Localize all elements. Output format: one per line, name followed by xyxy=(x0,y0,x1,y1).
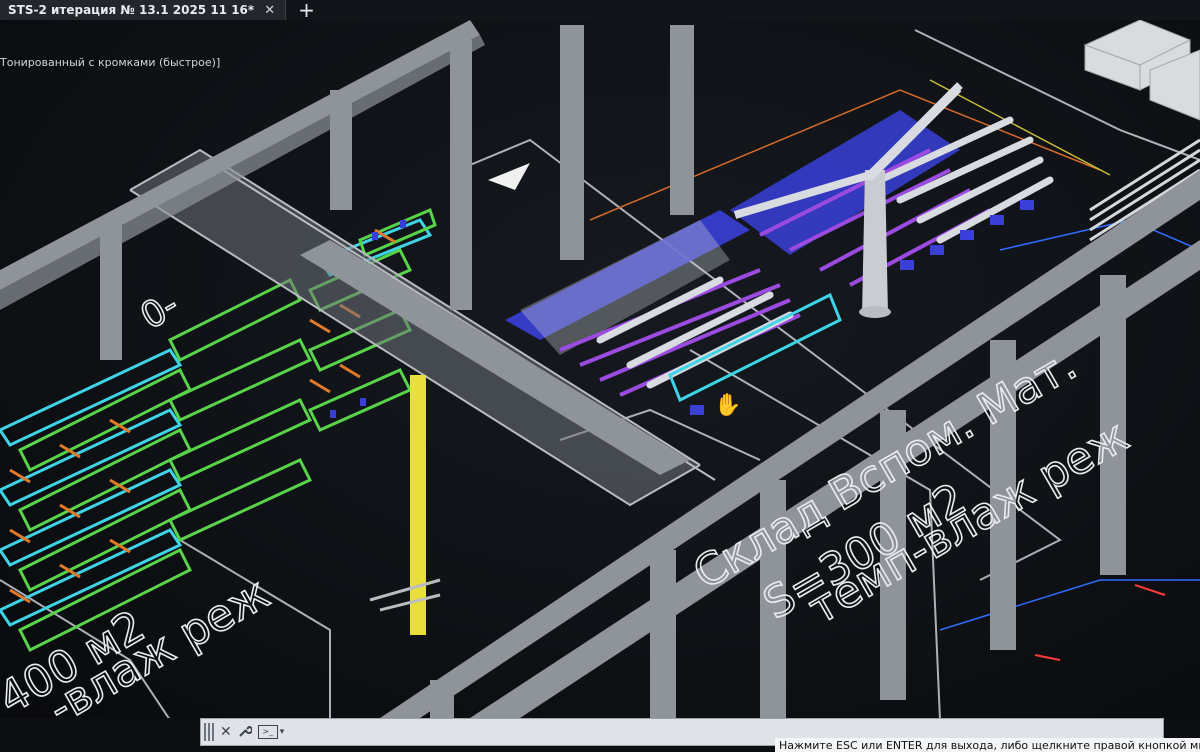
storage-blocks xyxy=(1083,20,1200,121)
command-prompt-icon[interactable]: >_ ▾ xyxy=(257,725,284,739)
red-markers xyxy=(1034,584,1166,661)
viewport-controls-label[interactable]: Тонированный с кромками (быстрое)] xyxy=(0,56,220,69)
command-prompt-hint: Нажмите ESC или ENTER для выхода, либо щ… xyxy=(775,738,1200,752)
area-label-top: 0- xyxy=(134,284,186,337)
hand-cursor-icon: ✋ xyxy=(714,392,741,418)
wrench-icon[interactable] xyxy=(238,724,253,741)
close-icon[interactable]: ✕ xyxy=(220,725,232,739)
cad-3d-scene: ✋ Склад Вспом. Мат. S=300 м2 темп-влаж р… xyxy=(0,20,1200,718)
tab-drawing[interactable]: STS-2 итерация № 13.1 2025 11 16* ✕ xyxy=(0,0,287,20)
view-arrow-marker xyxy=(488,163,530,190)
tab-title[interactable]: STS-2 итерация № 13.1 2025 11 16* xyxy=(8,3,254,17)
hoist xyxy=(369,578,441,612)
tab-bar: STS-2 итерация № 13.1 2025 11 16* ✕ + xyxy=(0,0,1200,20)
new-tab-button[interactable]: + xyxy=(286,0,327,20)
model-viewport[interactable]: Тонированный с кромками (быстрое)] ✋ Скл… xyxy=(0,20,1200,718)
yellow-column xyxy=(410,375,426,635)
close-icon[interactable]: ✕ xyxy=(264,4,275,17)
processing-line xyxy=(505,82,1054,415)
command-line-grip[interactable] xyxy=(204,723,214,741)
